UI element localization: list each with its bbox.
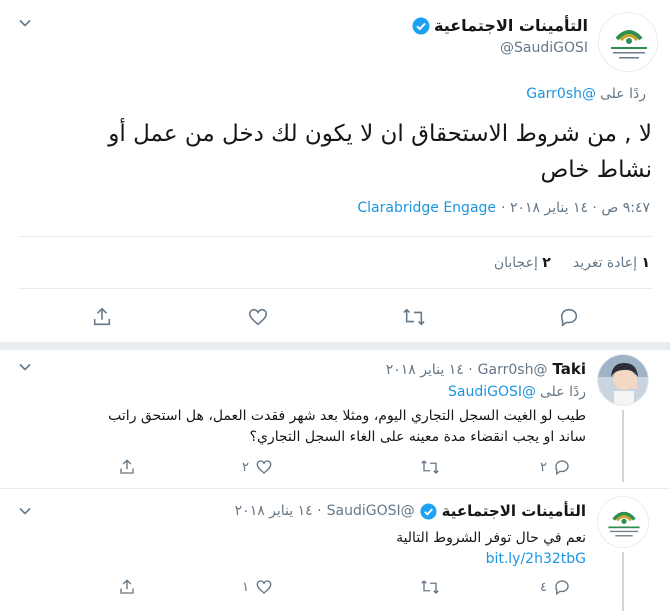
replying-to: ردًا على @Garr0sh	[526, 86, 646, 102]
tweet-text-line: لا , من شروط الاستحقاق ان لا يكون لك دخل…	[108, 121, 652, 147]
verified-badge-icon	[412, 17, 430, 35]
like-count: ٢	[242, 459, 249, 475]
retweets-stat[interactable]: ١ إعادة تغريد	[573, 255, 650, 271]
replying-to: ردًا على @SaudiGOSI	[448, 384, 586, 400]
display-name[interactable]: التأمينات الاجتماعية	[442, 502, 586, 520]
verified-badge-icon	[420, 502, 437, 520]
reply-button[interactable]	[558, 306, 580, 328]
retweets-label: إعادة تغريد	[572, 255, 637, 271]
reply-button[interactable]: ٤	[540, 578, 571, 596]
retweet-button[interactable]	[414, 458, 440, 476]
retweet-button[interactable]	[402, 306, 426, 328]
chevron-down-icon[interactable]	[18, 16, 32, 30]
chevron-down-icon[interactable]	[18, 360, 32, 374]
likes-stat[interactable]: ٢ إعجابان	[494, 255, 551, 271]
gosi-logo-icon	[599, 13, 657, 71]
tweet-date[interactable]: · ١٤ يناير ٢٠١٨	[235, 503, 322, 519]
divider	[18, 236, 652, 237]
share-button[interactable]	[91, 306, 113, 328]
handle[interactable]: @SaudiGOSI	[327, 503, 415, 519]
reply-count: ٢	[540, 459, 547, 475]
likes-label: إعجابان	[493, 255, 538, 271]
reply-icon	[560, 308, 578, 327]
divider	[18, 288, 652, 289]
like-icon	[248, 308, 268, 326]
retweet-icon	[421, 460, 439, 474]
display-name[interactable]: Taki	[552, 360, 586, 378]
handle[interactable]: @SaudiGOSI	[500, 40, 588, 56]
tweet-date[interactable]: · ١٤ يناير ٢٠١٨	[386, 362, 473, 378]
tweet-text-line: ساند او يجب انقضاء مدة معينه على الغاء ا…	[249, 429, 586, 445]
like-button[interactable]	[247, 306, 269, 328]
reply-count: ٤	[540, 579, 547, 595]
tweet-text-line: نشاط خاص	[540, 157, 652, 183]
tweet-text: نعم في حال توفر الشروط التالية bit.ly/2h…	[86, 528, 586, 570]
likes-count: ٢	[542, 255, 551, 271]
share-icon	[120, 579, 134, 594]
share-button[interactable]	[118, 458, 136, 476]
avatar[interactable]	[598, 12, 658, 72]
reply-icon	[555, 460, 569, 476]
share-icon	[93, 307, 111, 326]
display-name[interactable]: التأمينات الاجتماعية	[434, 16, 588, 35]
timestamp[interactable]: ٩:٤٧ ص · ١٤ يناير ٢٠١٨ ·	[501, 200, 650, 216]
section-divider	[0, 342, 670, 350]
gosi-logo-icon	[598, 497, 648, 547]
like-count: ١	[242, 579, 249, 595]
replying-prefix: ردًا على	[600, 86, 646, 102]
reply-icon	[555, 580, 569, 596]
divider	[0, 488, 670, 489]
like-icon	[256, 460, 272, 474]
tweet-text-line: طيب لو الغيت السجل التجاري اليوم، ومثلا …	[108, 408, 586, 424]
avatar[interactable]	[597, 354, 649, 406]
tweet-stats: ١ إعادة تغريد ٢ إعجابان	[494, 255, 650, 271]
retweet-icon	[403, 308, 425, 326]
handle[interactable]: @Garr0sh	[478, 362, 548, 378]
thread-line	[622, 552, 624, 611]
short-link[interactable]: bit.ly/2h32tbG	[86, 549, 586, 570]
retweet-button[interactable]	[414, 578, 440, 596]
user-avatar-icon	[598, 355, 648, 405]
replying-prefix: ردًا على	[540, 384, 586, 400]
like-button[interactable]: ١	[242, 578, 273, 596]
retweets-count: ١	[641, 255, 650, 271]
tweet-text: طيب لو الغيت السجل التجاري اليوم، ومثلا …	[6, 406, 586, 448]
tweet-text-line: نعم في حال توفر الشروط التالية	[396, 530, 586, 546]
retweet-icon	[421, 580, 439, 594]
like-icon	[256, 580, 272, 594]
like-button[interactable]: ٢	[242, 458, 273, 476]
source-link[interactable]: Clarabridge Engage	[357, 200, 496, 216]
tweet-meta: ٩:٤٧ ص · ١٤ يناير ٢٠١٨ · Clarabridge Eng…	[357, 200, 650, 216]
share-icon	[120, 459, 134, 474]
thread-line	[622, 410, 624, 482]
mention-link[interactable]: @Garr0sh	[526, 86, 596, 102]
share-button[interactable]	[118, 578, 136, 596]
mention-link[interactable]: @SaudiGOSI	[448, 384, 536, 400]
chevron-down-icon[interactable]	[18, 504, 32, 518]
avatar[interactable]	[597, 496, 649, 548]
reply-button[interactable]: ٢	[540, 458, 571, 476]
tweet-text: لا , من شروط الاستحقاق ان لا يكون لك دخل…	[12, 116, 652, 188]
